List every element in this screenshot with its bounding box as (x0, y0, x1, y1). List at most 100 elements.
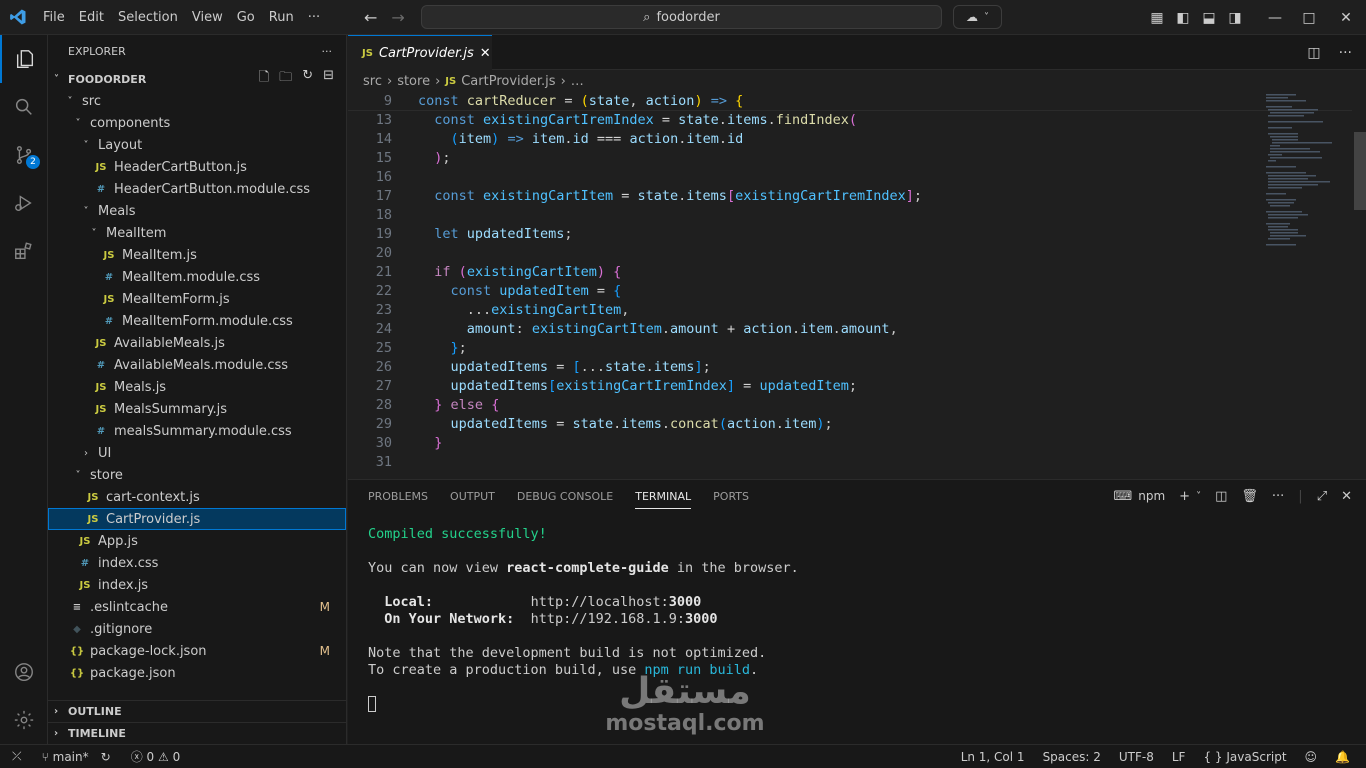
workspace-header[interactable]: ˅ FOODORDER 🗋 🗀 ↻ ⊟ (48, 68, 346, 90)
tree-item[interactable]: JS AvailableMeals.js (48, 332, 346, 354)
tab-problems[interactable]: PROBLEMS (368, 490, 428, 503)
tree-item[interactable]: JS App.js (48, 530, 346, 552)
search-text: foodorder (656, 9, 720, 25)
toggle-panel-icon[interactable]: ⬓ (1196, 10, 1222, 26)
close-window-icon[interactable]: ✕ (1326, 10, 1366, 26)
collapse-all-icon[interactable]: ⊟ (323, 68, 334, 90)
tree-item[interactable]: # HeaderCartButton.module.css (48, 178, 346, 200)
more-actions-icon[interactable]: ··· (1272, 489, 1284, 504)
new-folder-icon[interactable]: 🗀 (279, 68, 292, 90)
menu-file[interactable]: File (36, 0, 72, 35)
refresh-icon[interactable]: ↻ (302, 68, 313, 90)
tree-item[interactable]: # AvailableMeals.module.css (48, 354, 346, 376)
tree-item[interactable]: ˅ Meals (48, 200, 346, 222)
tree-item[interactable]: JS index.js (48, 574, 346, 596)
maximize-icon[interactable]: □ (1292, 10, 1326, 26)
tree-item[interactable]: ˅ store (48, 464, 346, 486)
tab-debug-console[interactable]: DEBUG CONSOLE (517, 490, 613, 503)
run-debug-icon[interactable] (0, 179, 48, 227)
tree-item[interactable]: JS HeaderCartButton.js (48, 156, 346, 178)
toggle-sidebar-icon[interactable]: ◧ (1170, 10, 1196, 26)
branch-item[interactable]: ⑂ main* (42, 750, 89, 764)
timeline-section[interactable]: › TIMELINE (48, 722, 347, 744)
tree-item[interactable]: ˅ components (48, 112, 346, 134)
tree-item[interactable]: JS CartProvider.js (48, 508, 346, 530)
tree-item[interactable]: {} package-lock.json M (48, 640, 346, 662)
tree-item[interactable]: {} package.json (48, 662, 346, 684)
tree-item[interactable]: JS MealItem.js (48, 244, 346, 266)
encoding[interactable]: UTF-8 (1119, 750, 1154, 764)
tree-item-label: HeaderCartButton.js (114, 159, 247, 175)
tab-ports[interactable]: PORTS (713, 490, 749, 503)
new-file-icon[interactable]: 🗋 (259, 68, 269, 90)
menu-run[interactable]: Run (262, 0, 301, 35)
back-arrow-icon[interactable]: ← (364, 8, 377, 27)
indentation[interactable]: Spaces: 2 (1043, 750, 1101, 764)
tree-item[interactable]: ≡ .eslintcache M (48, 596, 346, 618)
tree-item[interactable]: JS Meals.js (48, 376, 346, 398)
scrollbar-thumb[interactable] (1354, 132, 1366, 210)
remote-icon[interactable]: ⤫ (12, 749, 22, 764)
editor-scrollbar[interactable] (1352, 92, 1366, 479)
tree-item[interactable]: # index.css (48, 552, 346, 574)
breadcrumb-file[interactable]: CartProvider.js (461, 74, 555, 89)
breadcrumb-src[interactable]: src (363, 74, 382, 89)
tree-item[interactable]: # MealItemForm.module.css (48, 310, 346, 332)
notifications-icon[interactable]: 🔔 (1335, 750, 1350, 764)
source-control-icon[interactable]: 2 (0, 131, 48, 179)
close-panel-icon[interactable]: ✕ (1341, 489, 1352, 504)
tree-item[interactable]: JS MealItemForm.js (48, 288, 346, 310)
new-terminal-icon[interactable]: + (1179, 489, 1190, 504)
language-mode[interactable]: { } JavaScript (1203, 750, 1286, 764)
more-actions-icon[interactable]: ··· (1339, 45, 1352, 61)
menu-more[interactable]: ··· (301, 0, 327, 35)
line-ending[interactable]: LF (1172, 750, 1186, 764)
breadcrumb-more[interactable]: … (571, 74, 584, 89)
toggle-secondary-sidebar-icon[interactable]: ◨ (1222, 10, 1248, 26)
minimize-icon[interactable]: — (1258, 10, 1292, 26)
customize-layout-icon[interactable]: ▦ (1144, 10, 1170, 26)
kill-terminal-icon[interactable]: 🗑 (1241, 489, 1258, 504)
tree-item[interactable]: # mealsSummary.module.css (48, 420, 346, 442)
split-editor-icon[interactable]: ◫ (1307, 45, 1320, 61)
tree-item[interactable]: › UI (48, 442, 346, 464)
menu-selection[interactable]: Selection (111, 0, 185, 35)
split-terminal-icon[interactable]: ◫ (1215, 489, 1227, 504)
tab-output[interactable]: OUTPUT (450, 490, 495, 503)
tab-terminal[interactable]: TERMINAL (635, 490, 692, 509)
minimap[interactable] (1262, 92, 1352, 272)
breadcrumb-store[interactable]: store (397, 74, 430, 89)
search-view-icon[interactable] (0, 83, 48, 131)
extensions-icon[interactable] (0, 227, 48, 275)
maximize-panel-icon[interactable]: ⤢ (1317, 489, 1327, 504)
outline-section[interactable]: › OUTLINE (48, 700, 347, 722)
forward-arrow-icon[interactable]: → (391, 8, 404, 27)
cursor-position[interactable]: Ln 1, Col 1 (961, 750, 1025, 764)
menu-view[interactable]: View (185, 0, 230, 35)
copilot-status-icon[interactable]: ☺ (1305, 750, 1318, 764)
tree-item[interactable]: # MealItem.module.css (48, 266, 346, 288)
problems-item[interactable]: ⓧ 0 ⚠ 0 (131, 748, 181, 765)
tree-item[interactable]: JS MealsSummary.js (48, 398, 346, 420)
menu-go[interactable]: Go (230, 0, 262, 35)
manage-gear-icon[interactable] (0, 696, 48, 744)
more-actions-icon[interactable]: ··· (322, 45, 333, 58)
chevron-right-icon: › (435, 73, 441, 89)
sync-icon[interactable]: ↻ (101, 750, 111, 764)
explorer-icon[interactable] (0, 35, 48, 83)
tree-item[interactable]: ˅ MealItem (48, 222, 346, 244)
chevron-down-icon[interactable]: ˅ (1196, 491, 1201, 502)
tree-item[interactable]: ˅ src (48, 90, 346, 112)
command-center-search[interactable]: ⌕ foodorder (421, 5, 942, 29)
css-file-icon: # (96, 183, 106, 195)
tree-item[interactable]: ˅ Layout (48, 134, 346, 156)
tree-item[interactable]: JS cart-context.js (48, 486, 346, 508)
copilot-button[interactable]: ☁ ˅ (953, 5, 1002, 29)
tab-cartprovider[interactable]: JS CartProvider.js ✕ (348, 35, 492, 70)
accounts-icon[interactable] (0, 648, 48, 696)
code-view[interactable]: 9 const cartReducer = (state, action) => … (348, 92, 1366, 472)
close-tab-icon[interactable]: ✕ (480, 46, 491, 61)
terminal-shell-label[interactable]: npm (1138, 489, 1165, 503)
menu-edit[interactable]: Edit (72, 0, 111, 35)
tree-item[interactable]: ◆ .gitignore (48, 618, 346, 640)
